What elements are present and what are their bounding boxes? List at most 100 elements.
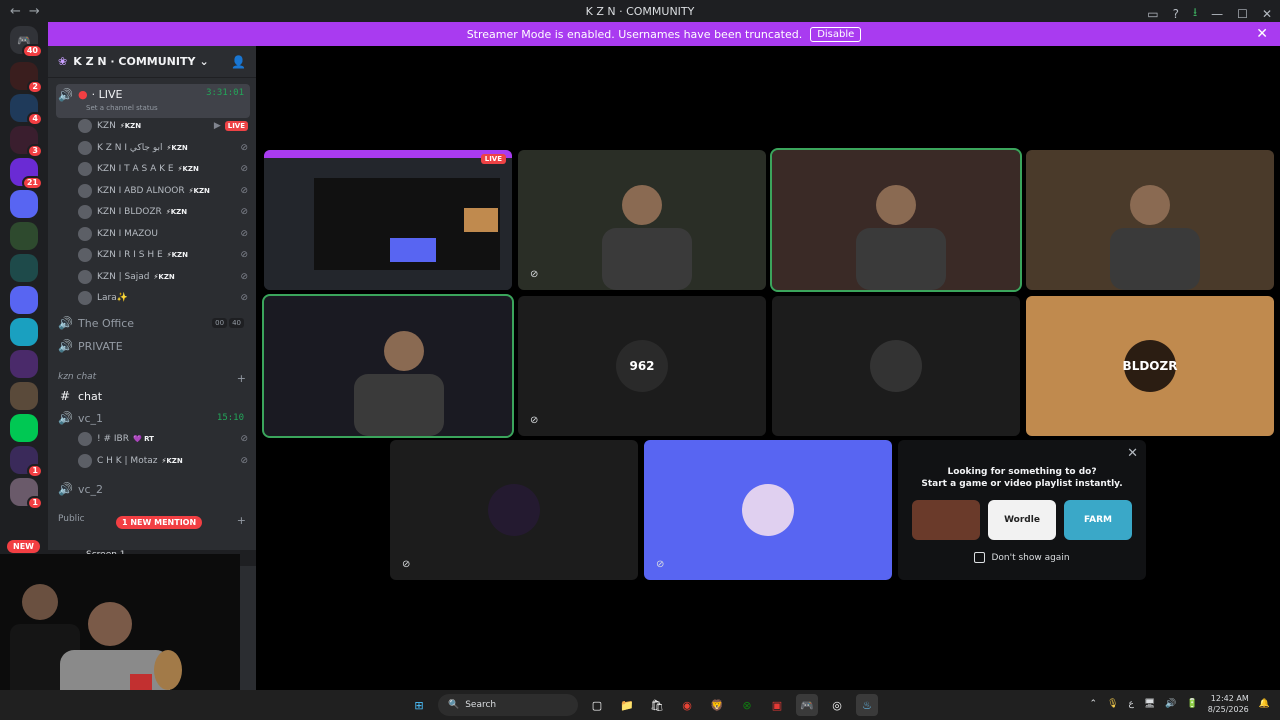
- inbox-icon[interactable]: ▭: [1147, 7, 1158, 21]
- server-icon[interactable]: [10, 318, 38, 346]
- clock[interactable]: 12:42 AM 8/25/2026: [1208, 693, 1249, 715]
- xbox-icon[interactable]: ⊗: [736, 694, 758, 716]
- minimize-icon[interactable]: —: [1211, 7, 1223, 21]
- server-icon[interactable]: [10, 222, 38, 250]
- voice-icon: 🔊: [58, 88, 73, 102]
- volume-icon[interactable]: 🔊: [1165, 699, 1176, 709]
- server-icon[interactable]: [10, 350, 38, 378]
- system-tray: ⌃ 🎙 ع 🖥 🔊 🔋 12:42 AM 8/25/2026 🔔: [1090, 693, 1270, 715]
- new-mention-pill[interactable]: 1 NEW MENTION: [116, 516, 203, 529]
- camera-tile[interactable]: [262, 294, 514, 438]
- channel-private[interactable]: 🔊 PRIVATE: [56, 335, 250, 357]
- close-window-icon[interactable]: ✕: [1262, 7, 1272, 21]
- server-icon[interactable]: 1: [10, 478, 43, 510]
- voice-member[interactable]: KZN ⚡KZN ▶ LIVE: [78, 116, 248, 136]
- server-icon[interactable]: [10, 190, 38, 218]
- channel-chat[interactable]: # chat: [56, 385, 250, 407]
- network-icon[interactable]: 🖥: [1144, 699, 1155, 709]
- close-icon[interactable]: ✕: [1127, 446, 1138, 461]
- brave-icon[interactable]: 🦁: [706, 694, 728, 716]
- user-avatar: [488, 484, 540, 536]
- channel-live[interactable]: 🔊 ● · LIVE 3:31:01 Set a channel status: [56, 84, 250, 118]
- voice-member[interactable]: KZN I MAZOU ⊘: [78, 224, 248, 244]
- category-kzn-chat[interactable]: kzn chat +: [58, 372, 246, 385]
- channel-the-office[interactable]: 🔊 The Office 00 40: [56, 312, 250, 334]
- avatar: [78, 119, 92, 133]
- camera-image: [856, 185, 946, 290]
- member-tag: ⚡KZN: [153, 272, 175, 281]
- server-icon[interactable]: [10, 254, 38, 282]
- avatar-tile[interactable]: ⊘: [390, 440, 638, 580]
- forward-arrow-icon[interactable]: →: [29, 4, 40, 19]
- voice-member[interactable]: ! # IBR 💜 RT ⊘: [78, 429, 248, 449]
- taskbar-search[interactable]: 🔍 Search: [438, 694, 578, 716]
- voice-member[interactable]: K Z N I ابو جاكي ⚡KZN ⊘: [78, 138, 248, 158]
- server-icon[interactable]: 4: [10, 94, 43, 126]
- voice-member[interactable]: KZN I BLDOZR ⚡KZN ⊘: [78, 202, 248, 222]
- channel-vc1[interactable]: 🔊 vc_1 15:10: [56, 407, 250, 429]
- game-card-farm[interactable]: FARM: [1064, 500, 1132, 540]
- chevron-up-icon[interactable]: ⌃: [1090, 699, 1098, 709]
- dont-show-again[interactable]: Don't show again: [898, 552, 1146, 563]
- home-button[interactable]: 🎮 40: [10, 26, 43, 58]
- channel-status[interactable]: Set a channel status: [86, 104, 158, 112]
- close-icon[interactable]: ✕: [1256, 26, 1268, 42]
- avatar-tile[interactable]: BLDOZR: [1026, 296, 1274, 436]
- steam-icon[interactable]: ♨: [856, 694, 878, 716]
- disable-button[interactable]: Disable: [810, 26, 862, 42]
- server-icon[interactable]: 21: [10, 158, 43, 190]
- game-card-1[interactable]: [912, 500, 980, 540]
- add-channel-icon[interactable]: +: [237, 514, 246, 527]
- member-tag: ⚡KZN: [119, 122, 142, 130]
- file-explorer-icon[interactable]: 📁: [616, 694, 638, 716]
- server-icon[interactable]: [10, 414, 38, 442]
- obs-icon[interactable]: ◎: [826, 694, 848, 716]
- stream-tile[interactable]: LIVE: [264, 150, 512, 290]
- server-icon[interactable]: 1: [10, 446, 43, 478]
- avatar-tile[interactable]: [772, 296, 1020, 436]
- voice-member[interactable]: Lara✨ ⊘: [78, 288, 248, 308]
- microphone-icon[interactable]: 🎙: [1107, 699, 1118, 709]
- camera-tile[interactable]: [1026, 150, 1274, 290]
- language-indicator[interactable]: ع: [1129, 699, 1134, 709]
- voice-member[interactable]: KZN I ABD ALNOOR ⚡KZN ⊘: [78, 181, 248, 201]
- task-view-icon[interactable]: ▢: [586, 694, 608, 716]
- server-icon[interactable]: [10, 286, 38, 314]
- windows-start-icon[interactable]: ⊞: [408, 694, 430, 716]
- add-channel-icon[interactable]: +: [237, 372, 246, 385]
- voice-member[interactable]: KZN I T A S A K E ⚡KZN ⊘: [78, 159, 248, 179]
- help-icon[interactable]: ?: [1173, 7, 1179, 21]
- clock-time: 12:42 AM: [1210, 694, 1249, 703]
- camera-tile[interactable]: [770, 148, 1022, 292]
- avatar-tile[interactable]: ⊘: [644, 440, 892, 580]
- add-user-icon[interactable]: 👤: [231, 55, 246, 69]
- channel-vc2[interactable]: 🔊 vc_2: [56, 478, 250, 500]
- voice-member[interactable]: KZN I R I S H E ⚡KZN ⊘: [78, 245, 248, 265]
- member-tag: ⚡KZN: [177, 165, 199, 173]
- maximize-icon[interactable]: ☐: [1237, 7, 1248, 21]
- avatar-tile[interactable]: 962 ⊘: [518, 296, 766, 436]
- new-servers-pill[interactable]: NEW: [7, 540, 40, 553]
- notification-bell-icon[interactable]: 🔔: [1259, 699, 1270, 709]
- server-icon[interactable]: [10, 382, 38, 410]
- battery-icon[interactable]: 🔋: [1187, 699, 1198, 709]
- guild-header[interactable]: ❀ K Z N · COMMUNITY ⌄ 👤: [48, 46, 256, 78]
- muted-icon: ⊘: [530, 415, 539, 426]
- store-icon[interactable]: 🛍: [646, 694, 668, 716]
- server-icon[interactable]: 2: [10, 62, 43, 94]
- member-name: KZN I ABD ALNOOR: [97, 185, 185, 196]
- camera-tile[interactable]: ⊘: [518, 150, 766, 290]
- member-tag: ⚡KZN: [188, 186, 210, 195]
- voice-icon: 🔊: [58, 316, 73, 330]
- back-arrow-icon[interactable]: ←: [10, 4, 21, 19]
- game-card-wordle[interactable]: Wordle: [988, 500, 1056, 540]
- voice-member[interactable]: C H K | Motaz ⚡KZN ⊘: [78, 451, 248, 471]
- activity-line-2: Start a game or video playlist instantly…: [921, 479, 1123, 489]
- chrome-icon[interactable]: ◉: [676, 694, 698, 716]
- voice-member[interactable]: KZN | Sajad ⚡KZN ⊘: [78, 267, 248, 287]
- download-icon[interactable]: ⭳: [1193, 3, 1197, 24]
- capture-icon[interactable]: ▣: [766, 694, 788, 716]
- dont-show-checkbox[interactable]: [974, 552, 986, 563]
- server-icon[interactable]: 3: [10, 126, 43, 158]
- discord-taskbar-icon[interactable]: 🎮: [796, 694, 818, 716]
